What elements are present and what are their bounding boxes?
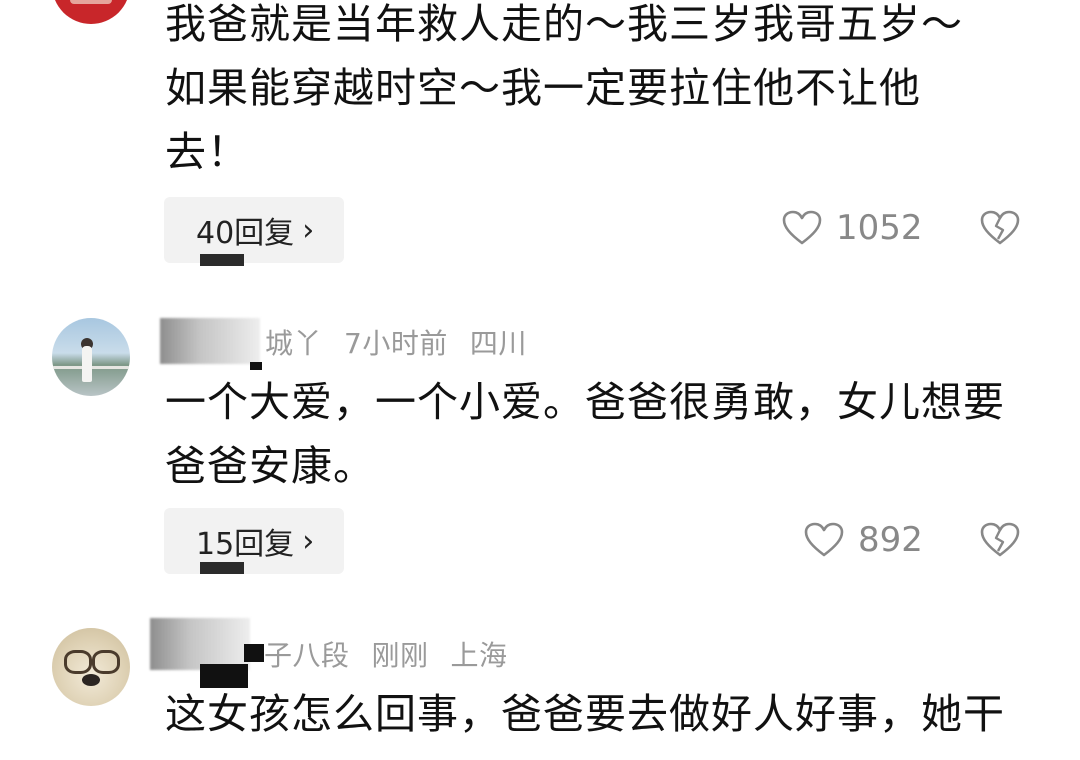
like-button[interactable]: 1052 bbox=[782, 208, 923, 248]
avatar-figure-shape bbox=[82, 346, 92, 382]
comment-text-line: 这女孩怎么回事，爸爸要去做好人好事，她干 bbox=[165, 690, 1005, 738]
comment-text-line: 如果能穿越时空～我一定要拉住他不让他 bbox=[165, 64, 921, 112]
avatar-glasses-shape bbox=[92, 650, 120, 674]
like-button[interactable]: 892 bbox=[804, 520, 923, 560]
view-replies-button[interactable]: 40回复 › bbox=[164, 197, 345, 263]
comment-time: 7小时前 bbox=[344, 327, 448, 360]
broken-heart-icon[interactable] bbox=[980, 522, 1020, 558]
chevron-right-icon: › bbox=[302, 212, 315, 248]
like-count: 1052 bbox=[836, 208, 923, 248]
like-count: 892 bbox=[858, 520, 923, 560]
avatar-nose-shape bbox=[82, 674, 100, 686]
avatar-glasses-shape bbox=[64, 650, 92, 674]
heart-outline-icon bbox=[804, 522, 844, 557]
redaction-mark bbox=[244, 644, 264, 662]
comment-time: 刚刚 bbox=[371, 639, 429, 672]
comment-text-line: 去！ bbox=[165, 128, 249, 176]
comment-feed: 我爸就是当年救人走的～我三岁我哥五岁～ 如果能穿越时空～我一定要拉住他不让他 去… bbox=[0, 0, 1080, 760]
redaction-mark bbox=[200, 254, 244, 266]
view-replies-button[interactable]: 15回复 › bbox=[164, 508, 345, 574]
heart-outline-icon bbox=[782, 210, 822, 245]
comment-meta: 城丫 7小时前 四川 bbox=[265, 322, 549, 362]
username-redaction bbox=[160, 318, 260, 364]
redaction-mark bbox=[200, 562, 244, 574]
reply-count-label: 40回复 bbox=[196, 216, 295, 251]
comment-text-line: 我爸就是当年救人走的～我三岁我哥五岁～ bbox=[165, 0, 963, 48]
username[interactable]: 城丫 bbox=[265, 327, 322, 360]
avatar-emblem-icon bbox=[70, 0, 112, 4]
avatar[interactable] bbox=[52, 628, 130, 706]
avatar[interactable] bbox=[52, 318, 130, 396]
comment-meta: 子八段 刚刚 上海 bbox=[264, 634, 530, 674]
comment-location: 上海 bbox=[450, 639, 508, 672]
comment-location: 四川 bbox=[469, 327, 527, 360]
comment-text-line: 一个大爱，一个小爱。爸爸很勇敢，女儿想要 bbox=[165, 378, 1005, 426]
broken-heart-icon[interactable] bbox=[980, 210, 1020, 246]
chevron-right-icon: › bbox=[302, 523, 315, 559]
redaction-mark bbox=[250, 362, 262, 370]
reply-count-label: 15回复 bbox=[196, 527, 295, 562]
username[interactable]: 子八段 bbox=[264, 639, 350, 672]
comment-text-line: 爸爸安康。 bbox=[165, 442, 375, 490]
avatar[interactable] bbox=[52, 0, 130, 24]
username-redaction bbox=[150, 618, 250, 670]
